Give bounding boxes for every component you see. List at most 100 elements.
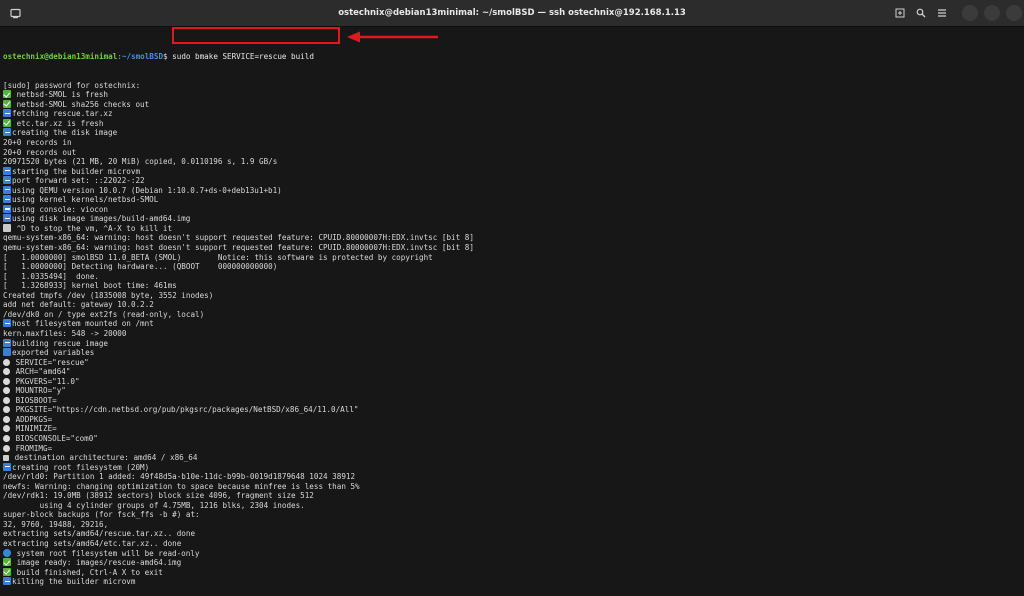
output-line: [ 1.0000000] Detecting hardware... (QBOO… <box>3 262 1024 272</box>
output-line: newfs: Warning: changing optimization to… <box>3 482 1024 492</box>
circle-icon <box>3 444 10 452</box>
output-line: image ready: images/rescue-amd64.img <box>3 558 1024 568</box>
output-line: etc.tar.xz is fresh <box>3 118 1024 129</box>
output-line: FROMIMG= <box>3 444 1024 454</box>
output-line-text: FROMIMG= <box>11 443 53 453</box>
output-line-text: creating root filesystem (20M) <box>12 462 150 472</box>
output-line-text: killing the builder microvm <box>12 577 136 587</box>
output-line: building rescue image <box>3 338 1024 349</box>
info-icon <box>3 348 11 357</box>
output-line-text: qemu-system-x86_64: warning: host doesn'… <box>3 233 474 243</box>
output-line: ADDPKGS= <box>3 415 1024 425</box>
output-line: starting the builder microvm <box>3 166 1024 177</box>
output-line-text: 32, 9760, 19488, 29216, <box>3 519 109 529</box>
output-line: 20971520 bytes (21 MB, 20 MiB) copied, 0… <box>3 157 1024 167</box>
circle-icon <box>3 425 10 433</box>
output-line: MINIMIZE= <box>3 424 1024 434</box>
output-line: destination architecture: amd64 / x86_64 <box>3 453 1024 463</box>
check-icon <box>3 567 11 576</box>
window-title: ostechnix@debian13minimal: ~/smolBSD — s… <box>338 8 686 18</box>
output-line-text: building rescue image <box>12 338 109 348</box>
output-line-text: [sudo] password for ostechnix: <box>3 80 141 90</box>
output-line: using QEMU version 10.0.7 (Debian 1:10.0… <box>3 185 1024 196</box>
circle-icon <box>3 377 10 385</box>
output-line-text: destination architecture: amd64 / x86_64 <box>10 453 198 463</box>
output-line-text: fetching rescue.tar.xz <box>12 109 113 119</box>
output-line-text: extracting sets/amd64/etc.tar.xz.. done <box>3 538 182 548</box>
prompt-symbol: $ <box>163 52 168 62</box>
arrow-icon <box>3 109 11 118</box>
output-line-text: extracting sets/amd64/rescue.tar.xz.. do… <box>3 529 196 539</box>
output-line: port forward set: ::22022-:22 <box>3 176 1024 186</box>
output-line-text: [ 1.0000000] Detecting hardware... (QBOO… <box>3 262 278 272</box>
output-line-text: ADDPKGS= <box>11 414 53 424</box>
output-line-text: ARCH="amd64" <box>11 367 71 377</box>
hamburger-menu-icon[interactable] <box>933 4 951 22</box>
check-icon <box>3 558 11 567</box>
output-line-text: using console: viocon <box>12 204 109 214</box>
check-icon <box>3 90 11 99</box>
output-line: killing the builder microvm <box>3 577 1024 587</box>
check-icon <box>3 118 11 127</box>
search-icon[interactable] <box>912 4 930 22</box>
maximize-button[interactable] <box>984 5 1000 21</box>
output-line: /dev/dk0 on / type ext2fs (read-only, lo… <box>3 310 1024 320</box>
output-line-text: using disk image images/build-amd64.img <box>12 214 191 224</box>
output-line: kern.maxfiles: 548 -> 20000 <box>3 329 1024 339</box>
circle-icon <box>3 396 10 404</box>
output-line-text: kern.maxfiles: 548 -> 20000 <box>3 328 127 338</box>
output-line: PKGVERS="11.0" <box>3 377 1024 387</box>
output-line-text: system root filesystem will be read-only <box>12 548 200 558</box>
output-line-text: using kernel kernels/netbsd-SMOL <box>12 195 159 205</box>
prompt-line: ostechnix@debian13minimal:~/smolBSD$ sud… <box>3 52 1024 62</box>
minimize-button[interactable] <box>962 5 978 21</box>
output-line-text: 20+0 records in <box>3 138 72 148</box>
output-line: netbsd-SMOL sha256 checks out <box>3 99 1024 110</box>
output-line-text: etc.tar.xz is fresh <box>12 118 104 128</box>
output-line: netbsd-SMOL is fresh <box>3 90 1024 100</box>
output-line-text: image ready: images/rescue-amd64.img <box>12 558 182 568</box>
output-line-text: qemu-system-x86_64: warning: host doesn'… <box>3 243 474 253</box>
output-line: 32, 9760, 19488, 29216, <box>3 520 1024 530</box>
output-line: PKGSITE="https://cdn.netbsd.org/pub/pkgs… <box>3 405 1024 415</box>
arrow-icon <box>3 176 11 185</box>
output-line-text: MINIMIZE= <box>11 424 57 434</box>
command-highlight-box <box>172 27 340 44</box>
output-line-text: 20971520 bytes (21 MB, 20 MiB) copied, 0… <box>3 157 278 167</box>
output-line-text: MOUNTRO="y" <box>11 386 66 396</box>
window-titlebar: ostechnix@debian13minimal: ~/smolBSD — s… <box>0 0 1024 27</box>
output-line: super-block backups (for fsck_ffs -b #) … <box>3 510 1024 520</box>
output-line-text: [ 1.3268933] kernel boot time: 461ms <box>3 281 177 291</box>
output-line-text: BIOSBOOT= <box>11 395 57 405</box>
output-line: [sudo] password for ostechnix: <box>3 81 1024 91</box>
output-line-text: build finished, Ctrl-A X to exit <box>12 567 163 577</box>
output-line: [ 1.0000000] smolBSD 11.0_BETA (SMOL) No… <box>3 253 1024 263</box>
terminal-output[interactable]: ostechnix@debian13minimal:~/smolBSD$ sud… <box>3 33 1024 586</box>
output-line-text: exported variables <box>12 348 95 358</box>
output-line-text: ^D to stop the vm, ^A-X to kill it <box>12 223 173 233</box>
circle-icon <box>3 368 10 376</box>
output-line: add net default: gateway 10.0.2.2 <box>3 300 1024 310</box>
arrow-icon <box>3 128 11 137</box>
close-button[interactable] <box>1006 5 1022 21</box>
output-line: ARCH="amd64" <box>3 367 1024 377</box>
prompt-user-host: ostechnix@debian13minimal <box>3 52 118 62</box>
annotation-arrow-icon <box>347 31 438 43</box>
output-line: SERVICE="rescue" <box>3 358 1024 368</box>
new-tab-icon[interactable] <box>891 4 909 22</box>
output-line-text: SERVICE="rescue" <box>11 357 89 367</box>
output-line: [ 1.0335494] done. <box>3 272 1024 282</box>
output-line: creating root filesystem (20M) <box>3 462 1024 473</box>
output-lines: [sudo] password for ostechnix: netbsd-SM… <box>3 81 1024 587</box>
output-line-text: using QEMU version 10.0.7 (Debian 1:10.0… <box>12 185 282 195</box>
output-line: BIOSCONSOLE="com0" <box>3 434 1024 444</box>
output-line: using kernel kernels/netbsd-SMOL <box>3 195 1024 205</box>
output-line-text: newfs: Warning: changing optimization to… <box>3 481 360 491</box>
arrow-icon <box>3 319 11 328</box>
output-line: MOUNTRO="y" <box>3 386 1024 396</box>
output-line: extracting sets/amd64/etc.tar.xz.. done <box>3 539 1024 549</box>
output-line: host filesystem mounted on /mnt <box>3 319 1024 329</box>
output-line-text: netbsd-SMOL is fresh <box>12 90 109 100</box>
circle-icon <box>3 415 10 423</box>
output-line: fetching rescue.tar.xz <box>3 109 1024 119</box>
